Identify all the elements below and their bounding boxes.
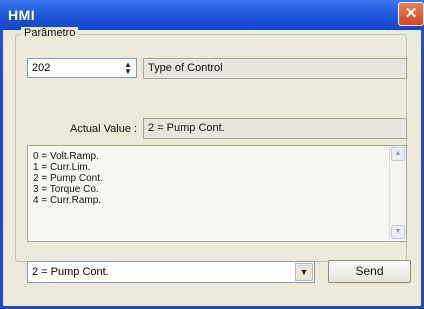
close-button[interactable]: ✕ (398, 2, 424, 26)
spin-down-icon[interactable]: ▼ (122, 68, 134, 76)
parameter-name-field: Type of Control (143, 58, 407, 79)
list-item[interactable]: 3 = Torque Co. (28, 184, 103, 195)
list-item[interactable]: 2 = Pump Cont. (28, 173, 103, 184)
hmi-window: HMI ✕ Parâmetro 202 ▲ ▼ Type of Control … (0, 0, 424, 309)
parameter-number-spinner[interactable]: 202 ▲ ▼ (27, 58, 137, 78)
actual-value-label: Actual Value : (70, 123, 138, 135)
list-item[interactable]: 1 = Curr.Lim. (28, 162, 103, 173)
actual-value-field: 2 = Pump Cont. (143, 118, 407, 139)
select-value[interactable]: 2 = Pump Cont. (32, 266, 109, 278)
scroll-up-icon[interactable]: ▲ (391, 147, 405, 161)
group-label: Parâmetro (21, 27, 79, 39)
scroll-down-icon[interactable]: ▼ (391, 225, 405, 239)
title-bar[interactable]: HMI ✕ (0, 0, 424, 30)
options-list: 0 = Volt.Ramp. 1 = Curr.Lim. 2 = Pump Co… (28, 151, 103, 206)
options-listbox[interactable]: 0 = Volt.Ramp. 1 = Curr.Lim. 2 = Pump Co… (27, 145, 407, 242)
window-title: HMI (8, 7, 36, 23)
list-item[interactable]: 0 = Volt.Ramp. (28, 151, 103, 162)
list-item[interactable]: 4 = Curr.Ramp. (28, 195, 103, 206)
chevron-down-icon[interactable]: ▼ (295, 263, 313, 281)
parameter-number-value[interactable]: 202 (32, 62, 50, 74)
spinner-arrows[interactable]: ▲ ▼ (122, 61, 134, 76)
close-icon: ✕ (404, 5, 418, 22)
send-button[interactable]: Send (328, 260, 411, 283)
value-select[interactable]: 2 = Pump Cont. ▼ (27, 261, 315, 283)
vertical-scrollbar[interactable]: ▲ ▼ (389, 146, 406, 241)
